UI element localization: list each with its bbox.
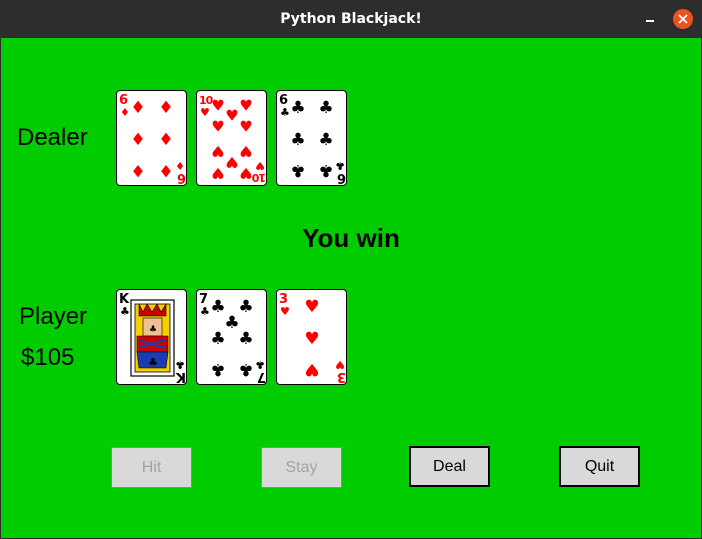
- card-pip: ♦: [158, 160, 173, 180]
- card-pip: ♦: [130, 160, 145, 180]
- card-pip: ♣: [210, 329, 225, 349]
- player-card-3: 3 ♥ 3 ♥ ♥ ♥ ♥: [276, 289, 347, 385]
- card-pip: ♥: [225, 153, 238, 171]
- card-pip: ♣: [210, 359, 225, 379]
- card-suit-index: ♣: [255, 358, 265, 371]
- card-pip: ♦: [130, 130, 145, 150]
- player-money: $105: [21, 344, 75, 371]
- card-suit-index: ♥: [335, 358, 345, 371]
- stay-button[interactable]: Stay: [261, 447, 342, 488]
- card-pip: ♣: [210, 297, 225, 317]
- card-pip: ♣: [318, 160, 333, 180]
- player-card-1: K ♣ K ♣ ♣ ♣: [116, 289, 187, 385]
- card-pip: ♥: [211, 142, 224, 160]
- game-table: Dealer Player $105 You win 6 ♦ 6 ♦ ♦ ♦ ♦ ♦ ♦ ♦ 10…: [1, 38, 701, 538]
- card-pip: ♣: [290, 130, 305, 150]
- minimize-icon[interactable]: [640, 9, 660, 29]
- dealer-card-3: 6 ♣ 6 ♣ ♣ ♣ ♣ ♣ ♣ ♣: [276, 90, 347, 186]
- dealer-label: Dealer: [17, 124, 88, 151]
- window-title: Python Blackjack!: [280, 11, 422, 27]
- card-suit-index: ♦: [175, 159, 185, 172]
- card-pip: ♣: [238, 329, 253, 349]
- card-pip: ♦: [158, 98, 173, 118]
- card-pip: ♥: [304, 359, 319, 379]
- card-pip: ♥: [239, 142, 252, 160]
- deal-button[interactable]: Deal: [409, 446, 490, 487]
- svg-text:♣: ♣: [149, 325, 157, 335]
- dealer-card-1: 6 ♦ 6 ♦ ♦ ♦ ♦ ♦ ♦ ♦: [116, 90, 187, 186]
- card-pip: ♣: [290, 160, 305, 180]
- card-pip: ♥: [225, 106, 238, 124]
- card-pip: ♥: [239, 164, 252, 182]
- card-pip: ♥: [211, 96, 224, 114]
- card-suit-index: ♥: [255, 159, 265, 172]
- card-pip: ♥: [304, 297, 319, 317]
- card-pip: ♣: [318, 98, 333, 118]
- card-pip: ♥: [239, 96, 252, 114]
- card-pip: ♣: [238, 297, 253, 317]
- card-pip: ♣: [224, 313, 239, 333]
- card-suit-index: ♣: [175, 358, 185, 371]
- quit-button[interactable]: Quit: [559, 446, 640, 487]
- card-pip: ♣: [290, 98, 305, 118]
- card-suit-index: ♦: [120, 106, 130, 119]
- svg-text:♣: ♣: [148, 356, 158, 369]
- card-suit-index: ♣: [200, 305, 210, 318]
- result-text: You win: [302, 223, 400, 253]
- title-bar: Python Blackjack!: [0, 0, 702, 38]
- card-pip: ♥: [211, 164, 224, 182]
- player-label: Player: [19, 303, 88, 330]
- card-pip: ♦: [130, 98, 145, 118]
- card-suit-index: ♣: [280, 106, 290, 119]
- card-pip: ♥: [239, 117, 252, 135]
- card-suit-index: ♣: [120, 305, 130, 318]
- dealer-card-2: 10 ♥ 10 ♥ ♥ ♥ ♥ ♥ ♥ ♥ ♥ ♥ ♥ ♥: [196, 90, 267, 186]
- hit-button[interactable]: Hit: [111, 447, 192, 488]
- card-suit-index: ♥: [280, 305, 290, 318]
- card-pip: ♣: [238, 359, 253, 379]
- player-card-2: 7 ♣ 7 ♣ ♣ ♣ ♣ ♣ ♣ ♣ ♣: [196, 289, 267, 385]
- close-icon[interactable]: [673, 9, 693, 29]
- card-suit-index: ♥: [200, 106, 210, 119]
- card-pip: ♥: [304, 329, 319, 349]
- card-pip: ♥: [211, 117, 224, 135]
- card-pip: ♦: [158, 130, 173, 150]
- card-pip: ♣: [318, 130, 333, 150]
- card-suit-index: ♣: [335, 159, 345, 172]
